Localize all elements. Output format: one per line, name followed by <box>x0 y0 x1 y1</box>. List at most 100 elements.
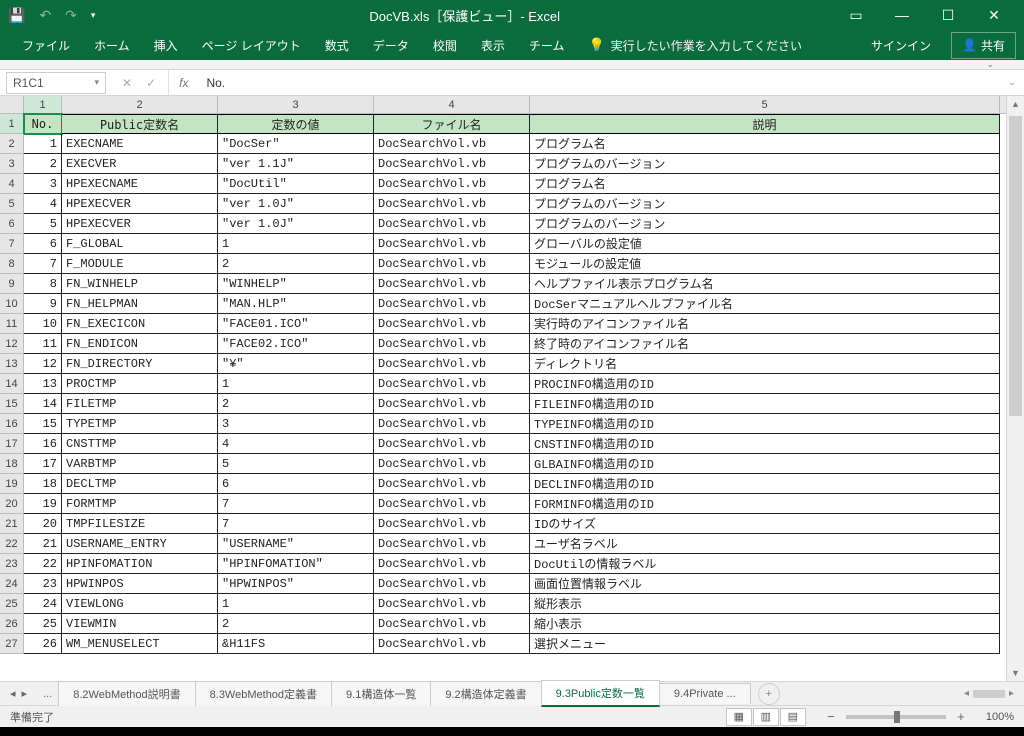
row-header[interactable]: 4 <box>0 174 24 194</box>
cell-val[interactable]: 7 <box>218 514 374 534</box>
undo-icon[interactable]: ↶ <box>39 7 51 24</box>
row-header[interactable]: 1 <box>0 114 24 134</box>
maximize-button[interactable]: ☐ <box>926 1 970 29</box>
cell-desc[interactable]: ヘルプファイル表示プログラム名 <box>530 274 1000 294</box>
cell-desc[interactable]: ディレクトリ名 <box>530 354 1000 374</box>
tell-me[interactable]: 💡 実行したい作業を入力してください <box>576 31 813 60</box>
cell-desc[interactable]: 画面位置情報ラベル <box>530 574 1000 594</box>
cell-no[interactable]: 19 <box>24 494 62 514</box>
cell-name[interactable]: VARBTMP <box>62 454 218 474</box>
view-normal-button[interactable]: ▦ <box>726 708 752 726</box>
cell-desc[interactable]: 縮小表示 <box>530 614 1000 634</box>
cell-name[interactable]: FN_ENDICON <box>62 334 218 354</box>
cell-no[interactable]: 4 <box>24 194 62 214</box>
share-button[interactable]: 👤 共有 <box>951 32 1016 59</box>
cell-name[interactable]: CNSTTMP <box>62 434 218 454</box>
cell-val[interactable]: "HPWINPOS" <box>218 574 374 594</box>
row-header[interactable]: 3 <box>0 154 24 174</box>
cell-file[interactable]: DocSearchVol.vb <box>374 554 530 574</box>
row-header[interactable]: 7 <box>0 234 24 254</box>
row-header[interactable]: 17 <box>0 434 24 454</box>
zoom-level[interactable]: 100% <box>986 711 1014 723</box>
tab-data[interactable]: データ <box>361 31 421 60</box>
row-header[interactable]: 25 <box>0 594 24 614</box>
close-button[interactable]: ✕ <box>972 1 1016 29</box>
formula-bar-expand-icon[interactable]: ⌄ <box>1000 77 1024 88</box>
sheet-tab-9-1[interactable]: 9.1構造体一覧 <box>331 681 431 706</box>
cell-no[interactable]: 10 <box>24 314 62 334</box>
tab-overflow-left[interactable]: ... <box>37 688 58 700</box>
cell-name[interactable]: FN_EXECICON <box>62 314 218 334</box>
cell-header-name[interactable]: Public定数名 <box>62 114 218 134</box>
row-header[interactable]: 23 <box>0 554 24 574</box>
cell-file[interactable]: DocSearchVol.vb <box>374 614 530 634</box>
cell-name[interactable]: HPEXECVER <box>62 194 218 214</box>
scrollbar-thumb[interactable] <box>1009 116 1022 416</box>
cell-val[interactable]: "DocUtil" <box>218 174 374 194</box>
cell-no[interactable]: 2 <box>24 154 62 174</box>
cell-val[interactable]: "¥" <box>218 354 374 374</box>
cell-file[interactable]: DocSearchVol.vb <box>374 454 530 474</box>
row-header[interactable]: 14 <box>0 374 24 394</box>
cell-no[interactable]: 14 <box>24 394 62 414</box>
row-header[interactable]: 6 <box>0 214 24 234</box>
cell-no[interactable]: 15 <box>24 414 62 434</box>
cell-desc[interactable]: プログラム名 <box>530 174 1000 194</box>
cell-no[interactable]: 23 <box>24 574 62 594</box>
cell-no[interactable]: 26 <box>24 634 62 654</box>
cell-name[interactable]: HPEXECNAME <box>62 174 218 194</box>
cell-name[interactable]: FORMTMP <box>62 494 218 514</box>
cancel-formula-icon[interactable]: ✕ <box>122 76 132 90</box>
row-header[interactable]: 27 <box>0 634 24 654</box>
cell-no[interactable]: 18 <box>24 474 62 494</box>
save-icon[interactable]: 💾 <box>8 7 25 24</box>
cell-desc[interactable]: プログラムのバージョン <box>530 194 1000 214</box>
cell-file[interactable]: DocSearchVol.vb <box>374 134 530 154</box>
sheet-tab-9-4[interactable]: 9.4Private ... <box>659 683 751 704</box>
cell-file[interactable]: DocSearchVol.vb <box>374 254 530 274</box>
cell-no[interactable]: 8 <box>24 274 62 294</box>
row-header[interactable]: 11 <box>0 314 24 334</box>
cell-no[interactable]: 24 <box>24 594 62 614</box>
cell-file[interactable]: DocSearchVol.vb <box>374 294 530 314</box>
qat-dropdown-icon[interactable]: ▾ <box>91 10 96 21</box>
cell-no[interactable]: 16 <box>24 434 62 454</box>
tab-review[interactable]: 校閲 <box>421 31 469 60</box>
cell-name[interactable]: FN_WINHELP <box>62 274 218 294</box>
cell-no[interactable]: 11 <box>24 334 62 354</box>
enter-formula-icon[interactable]: ✓ <box>146 76 156 90</box>
cell-val[interactable]: "WINHELP" <box>218 274 374 294</box>
cell-name[interactable]: HPWINPOS <box>62 574 218 594</box>
sheet-tab-8-3[interactable]: 8.3WebMethod定義書 <box>195 681 332 706</box>
cell-desc[interactable]: DocSerマニュアルヘルプファイル名 <box>530 294 1000 314</box>
cell-file[interactable]: DocSearchVol.vb <box>374 474 530 494</box>
cell-val[interactable]: 7 <box>218 494 374 514</box>
cell-no[interactable]: 13 <box>24 374 62 394</box>
cell-val[interactable]: 1 <box>218 234 374 254</box>
cell-val[interactable]: 5 <box>218 454 374 474</box>
name-box-dropdown-icon[interactable]: ▾ <box>94 77 99 88</box>
cell-no[interactable]: 3 <box>24 174 62 194</box>
cell-desc[interactable]: プログラムのバージョン <box>530 214 1000 234</box>
cell-val[interactable]: &H11FS <box>218 634 374 654</box>
minimize-button[interactable]: — <box>880 1 924 29</box>
cell-file[interactable]: DocSearchVol.vb <box>374 414 530 434</box>
row-header[interactable]: 19 <box>0 474 24 494</box>
col-header-5[interactable]: 5 <box>530 96 1000 113</box>
cell-val[interactable]: "MAN.HLP" <box>218 294 374 314</box>
sheet-tab-9-3[interactable]: 9.3Public定数一覧 <box>541 680 660 707</box>
cell-file[interactable]: DocSearchVol.vb <box>374 574 530 594</box>
expand-ribbon-icon[interactable]: ⌄ <box>986 59 994 70</box>
cell-val[interactable]: "ver 1.0J" <box>218 194 374 214</box>
cell-no[interactable]: 5 <box>24 214 62 234</box>
cell-desc[interactable]: CNSTINFO構造用のID <box>530 434 1000 454</box>
cell-file[interactable]: DocSearchVol.vb <box>374 374 530 394</box>
cell-desc[interactable]: FORMINFO構造用のID <box>530 494 1000 514</box>
view-page-layout-button[interactable]: ▥ <box>753 708 779 726</box>
row-header[interactable]: 9 <box>0 274 24 294</box>
row-header[interactable]: 24 <box>0 574 24 594</box>
cell-val[interactable]: 2 <box>218 254 374 274</box>
cell-no[interactable]: 21 <box>24 534 62 554</box>
cell-desc[interactable]: プログラムのバージョン <box>530 154 1000 174</box>
cell-val[interactable]: 1 <box>218 374 374 394</box>
